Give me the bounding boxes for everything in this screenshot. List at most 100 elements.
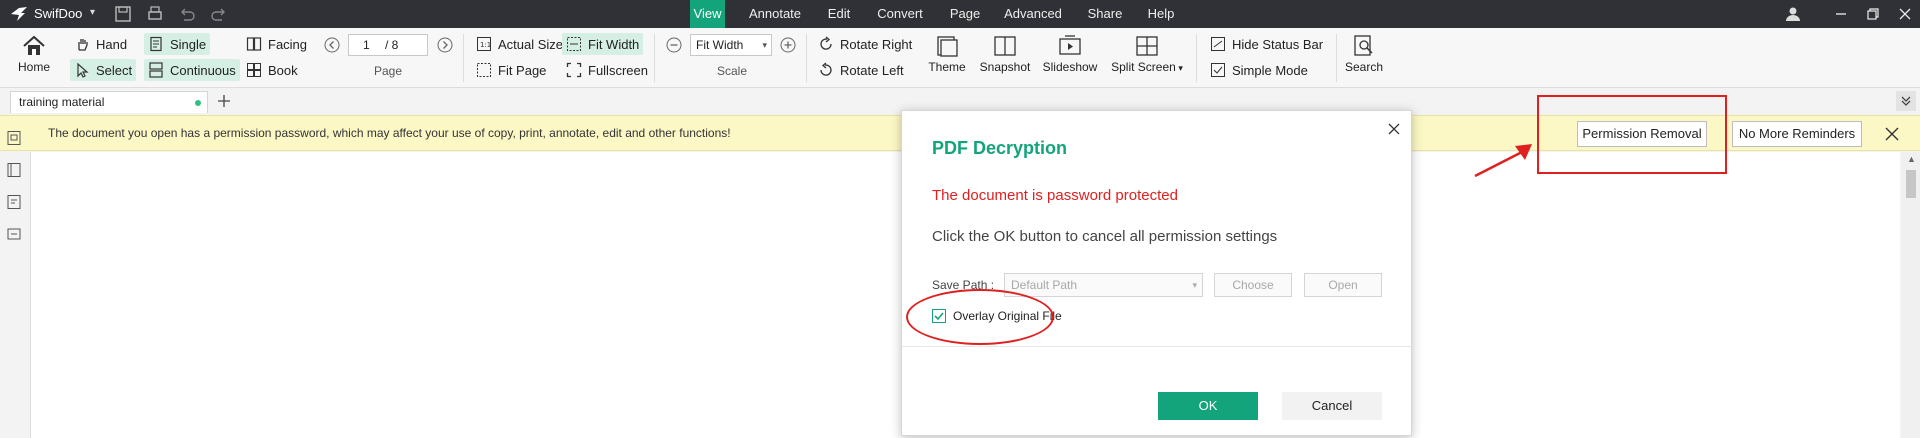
continuous-button[interactable]: Continuous bbox=[144, 59, 240, 81]
ribbon-separator bbox=[1336, 34, 1337, 82]
scale-select[interactable]: Fit Width ▾ bbox=[690, 34, 772, 56]
slideshow-label: Slideshow bbox=[1042, 60, 1098, 74]
fit-page-icon bbox=[477, 63, 491, 77]
theme-button[interactable]: Theme bbox=[925, 34, 969, 74]
fit-width-button[interactable]: Fit Width bbox=[562, 33, 644, 55]
search-label: Search bbox=[1344, 60, 1384, 74]
hide-status-bar-button[interactable]: Hide Status Bar bbox=[1206, 33, 1327, 55]
menu-page[interactable]: Page bbox=[948, 0, 982, 28]
next-page-icon[interactable] bbox=[437, 37, 453, 53]
password-protected-warning: The document is password protected bbox=[932, 187, 1178, 204]
vertical-scrollbar[interactable]: ▲ bbox=[1902, 152, 1920, 438]
search-button[interactable]: Search bbox=[1342, 34, 1386, 74]
print-icon[interactable] bbox=[146, 5, 164, 23]
select-tool-button[interactable]: Select bbox=[70, 59, 137, 81]
fullscreen-button[interactable]: Fullscreen bbox=[562, 59, 652, 81]
rotate-right-label: Rotate Right bbox=[840, 36, 913, 52]
dialog-info-text: Click the OK button to cancel all permis… bbox=[932, 228, 1278, 245]
actual-size-button[interactable]: 1:1 Actual Size bbox=[472, 33, 567, 55]
user-avatar-icon[interactable] bbox=[1784, 5, 1802, 23]
chevron-down-icon: ▾ bbox=[762, 40, 767, 50]
rotate-left-button[interactable]: Rotate Left bbox=[814, 59, 908, 81]
previous-page-icon[interactable] bbox=[324, 37, 340, 53]
attachment-panel-icon[interactable] bbox=[6, 226, 22, 242]
menu-annotate[interactable]: Annotate bbox=[742, 0, 808, 28]
hand-tool-button[interactable]: Hand bbox=[70, 33, 131, 55]
minimize-icon[interactable] bbox=[1832, 5, 1850, 23]
scrollbar-thumb[interactable] bbox=[1906, 170, 1916, 198]
slideshow-icon bbox=[1059, 35, 1081, 55]
dialog-close-icon[interactable] bbox=[1388, 123, 1400, 135]
app-name: SwifDoo bbox=[34, 6, 83, 21]
chevron-down-icon: ▾ bbox=[1175, 63, 1183, 73]
fit-page-button[interactable]: Fit Page bbox=[472, 59, 550, 81]
select-label: Select bbox=[96, 62, 133, 78]
double-chevron-down-icon bbox=[1901, 96, 1911, 106]
choose-button[interactable]: Choose bbox=[1214, 273, 1292, 297]
slideshow-button[interactable]: Slideshow bbox=[1041, 34, 1099, 74]
menu-view[interactable]: View bbox=[690, 0, 725, 28]
tab-label: training material bbox=[19, 95, 105, 109]
zoom-in-icon[interactable] bbox=[780, 37, 796, 53]
no-more-reminders-button[interactable]: No More Reminders bbox=[1732, 121, 1862, 147]
snapshot-icon bbox=[994, 36, 1016, 56]
theme-label: Theme bbox=[928, 60, 966, 74]
simple-mode-label: Simple Mode bbox=[1232, 62, 1308, 78]
split-screen-label: Split Screen bbox=[1111, 60, 1176, 74]
rotate-right-icon bbox=[820, 36, 832, 50]
single-page-button[interactable]: Single bbox=[144, 33, 211, 55]
snapshot-button[interactable]: Snapshot bbox=[978, 34, 1032, 74]
home-label: Home bbox=[17, 60, 50, 74]
simple-mode-icon bbox=[1211, 63, 1225, 77]
ok-button[interactable]: OK bbox=[1158, 392, 1258, 420]
simple-mode-button[interactable]: Simple Mode bbox=[1206, 59, 1312, 81]
menu-help[interactable]: Help bbox=[1146, 0, 1176, 28]
ribbon-separator bbox=[1196, 34, 1197, 82]
rotate-right-button[interactable]: Rotate Right bbox=[814, 33, 916, 55]
book-label: Book bbox=[268, 62, 298, 78]
restore-icon[interactable] bbox=[1864, 5, 1882, 23]
undo-icon[interactable] bbox=[178, 5, 196, 23]
home-button[interactable]: Home bbox=[16, 34, 52, 74]
facing-label: Facing bbox=[268, 36, 308, 52]
tab-training-material[interactable]: training material bbox=[10, 91, 208, 113]
menu-share[interactable]: Share bbox=[1086, 0, 1124, 28]
annotation-ellipse bbox=[906, 289, 1054, 345]
annotation-panel-icon[interactable] bbox=[6, 194, 22, 210]
cursor-icon bbox=[77, 62, 89, 78]
zoom-out-icon[interactable] bbox=[666, 37, 682, 53]
hand-label: Hand bbox=[96, 36, 128, 52]
fit-width-label: Fit Width bbox=[588, 36, 640, 52]
menu-edit[interactable]: Edit bbox=[824, 0, 854, 28]
scale-group-label: Scale bbox=[716, 64, 748, 78]
app-menu-caret-icon[interactable]: ▾ bbox=[90, 7, 95, 18]
save-path-select[interactable]: Default Path ▾ bbox=[1004, 273, 1203, 297]
facing-icon bbox=[246, 37, 262, 51]
cancel-button[interactable]: Cancel bbox=[1282, 392, 1382, 420]
bookmark-panel-icon[interactable] bbox=[6, 162, 22, 178]
redo-icon[interactable] bbox=[210, 5, 228, 23]
rotate-left-icon bbox=[820, 62, 832, 76]
svg-text:1:1: 1:1 bbox=[480, 41, 491, 49]
save-icon[interactable] bbox=[114, 5, 132, 23]
facing-button[interactable]: Facing bbox=[242, 33, 311, 55]
actual-size-label: Actual Size bbox=[498, 36, 564, 52]
continuous-icon bbox=[149, 62, 163, 78]
annotation-arrow-icon bbox=[1474, 144, 1532, 178]
menu-convert[interactable]: Convert bbox=[874, 0, 926, 28]
thumbnail-icon[interactable] bbox=[6, 130, 22, 146]
collapse-ribbon-button[interactable] bbox=[1896, 91, 1916, 111]
scroll-up-icon[interactable]: ▲ bbox=[1907, 154, 1916, 164]
new-tab-plus-icon[interactable] bbox=[216, 93, 232, 109]
close-banner-icon[interactable] bbox=[1883, 125, 1901, 143]
book-icon bbox=[247, 63, 261, 77]
search-icon bbox=[1354, 35, 1373, 56]
page-number-input[interactable]: 1 / 8 bbox=[348, 34, 428, 56]
menu-advanced[interactable]: Advanced bbox=[1002, 0, 1064, 28]
status-bar-icon bbox=[1211, 37, 1225, 51]
book-button[interactable]: Book bbox=[242, 59, 302, 81]
close-window-icon[interactable] bbox=[1896, 5, 1914, 23]
page-group-label: Page bbox=[373, 64, 403, 78]
open-button[interactable]: Open bbox=[1304, 273, 1382, 297]
split-screen-button[interactable]: Split Screen ▾ bbox=[1110, 34, 1184, 74]
